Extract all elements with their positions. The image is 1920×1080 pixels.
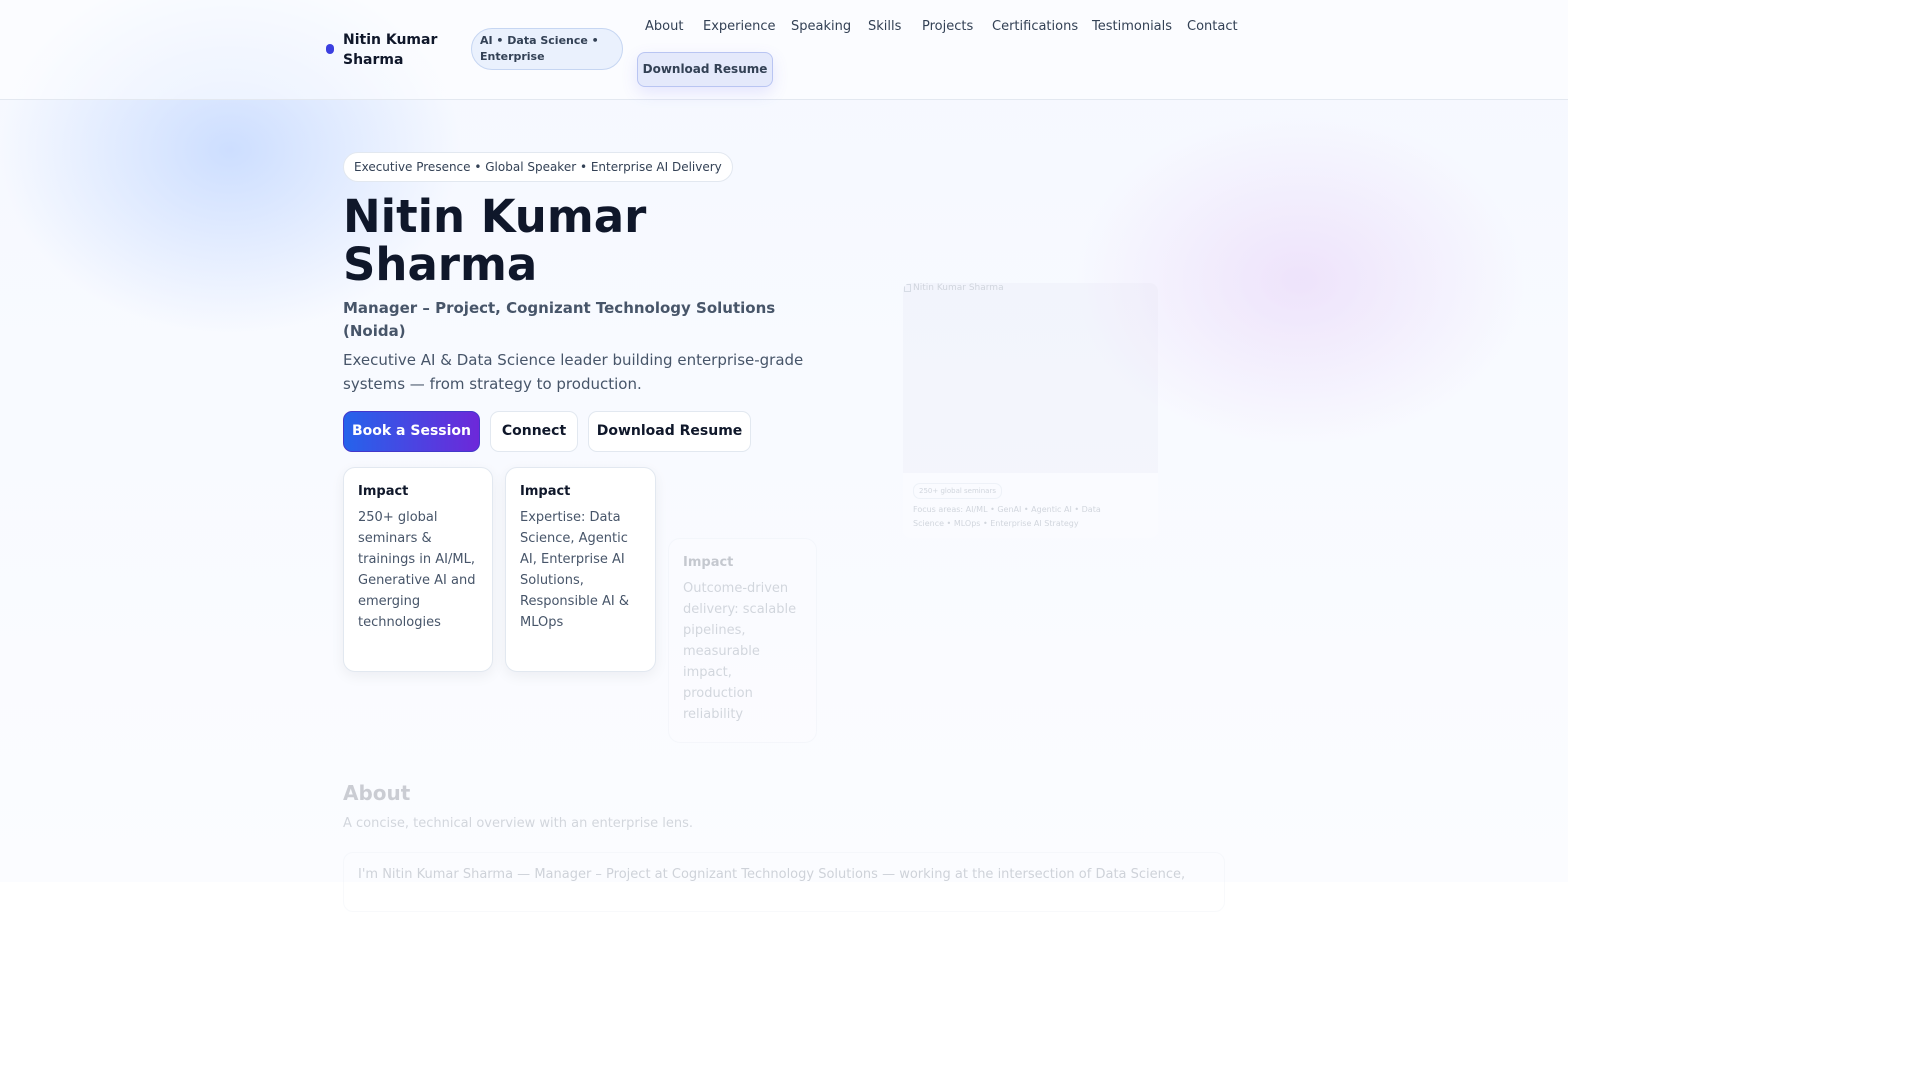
profile-portrait: Nitin Kumar Sharma 250+ global seminars … bbox=[903, 283, 1158, 538]
header-download-resume-button[interactable]: Download Resume bbox=[637, 52, 773, 87]
hero-name: Nitin Kumar Sharma bbox=[343, 190, 647, 291]
nav-testimonials[interactable]: Testimonials bbox=[1092, 19, 1172, 34]
nav-certifications[interactable]: Certifications bbox=[992, 19, 1078, 34]
nav-experience[interactable]: Experience bbox=[703, 19, 776, 34]
impact-card-body: Expertise: Data Science, Agentic AI, Ent… bbox=[520, 510, 630, 630]
nav-about[interactable]: About bbox=[645, 19, 683, 34]
broken-image-icon bbox=[904, 284, 911, 292]
impact-card: Impact 250+ global seminars & trainings … bbox=[343, 467, 493, 672]
specialty-badge: AI • Data Science • Enterprise bbox=[471, 28, 623, 70]
impact-card-title: Impact bbox=[520, 484, 571, 499]
impact-card-title: Impact bbox=[358, 484, 409, 499]
nav-projects[interactable]: Projects bbox=[922, 19, 973, 34]
portrait-alt-text: Nitin Kumar Sharma bbox=[904, 283, 1004, 293]
hero-eyebrow-badge: Executive Presence • Global Speaker • En… bbox=[343, 152, 733, 182]
download-resume-button[interactable]: Download Resume bbox=[588, 411, 751, 452]
impact-card: Impact Expertise: Data Science, Agentic … bbox=[505, 467, 656, 672]
nav-skills[interactable]: Skills bbox=[868, 19, 901, 34]
seminars-chip: 250+ global seminars bbox=[913, 483, 1002, 499]
nav-speaking[interactable]: Speaking bbox=[791, 19, 851, 34]
about-text: I'm Nitin Kumar Sharma — Manager – Proje… bbox=[358, 867, 1186, 882]
book-session-button[interactable]: Book a Session bbox=[343, 411, 480, 452]
about-subtitle: A concise, technical overview with an en… bbox=[343, 816, 694, 831]
site-header: Nitin Kumar Sharma AI • Data Science • E… bbox=[0, 0, 1568, 100]
impact-card-body: Outcome-driven delivery: scalable pipeli… bbox=[683, 581, 797, 722]
connect-button[interactable]: Connect bbox=[490, 411, 578, 452]
brand[interactable]: Nitin Kumar Sharma bbox=[326, 30, 453, 70]
brand-name: Nitin Kumar Sharma bbox=[343, 32, 438, 68]
hero-section: Executive Presence • Global Speaker • En… bbox=[0, 0, 1568, 912]
portrait-image bbox=[903, 283, 1158, 473]
impact-card-body: 250+ global seminars & trainings in AI/M… bbox=[358, 510, 476, 630]
about-card: I'm Nitin Kumar Sharma — Manager – Proje… bbox=[343, 852, 1225, 912]
impact-card-title: Impact bbox=[683, 555, 734, 570]
hero-tagline: Executive AI & Data Science leader build… bbox=[343, 351, 804, 393]
about-heading: About bbox=[343, 781, 411, 805]
focus-areas: Focus areas: AI/ML • GenAI • Agentic AI … bbox=[913, 505, 1101, 528]
hero-role: Manager – Project, Cognizant Technology … bbox=[343, 299, 776, 340]
nav-contact[interactable]: Contact bbox=[1187, 19, 1238, 34]
impact-card: Impact Outcome-driven delivery: scalable… bbox=[668, 538, 817, 743]
brand-dot-icon bbox=[326, 44, 334, 54]
portrait-alt-label: Nitin Kumar Sharma bbox=[913, 283, 1004, 293]
